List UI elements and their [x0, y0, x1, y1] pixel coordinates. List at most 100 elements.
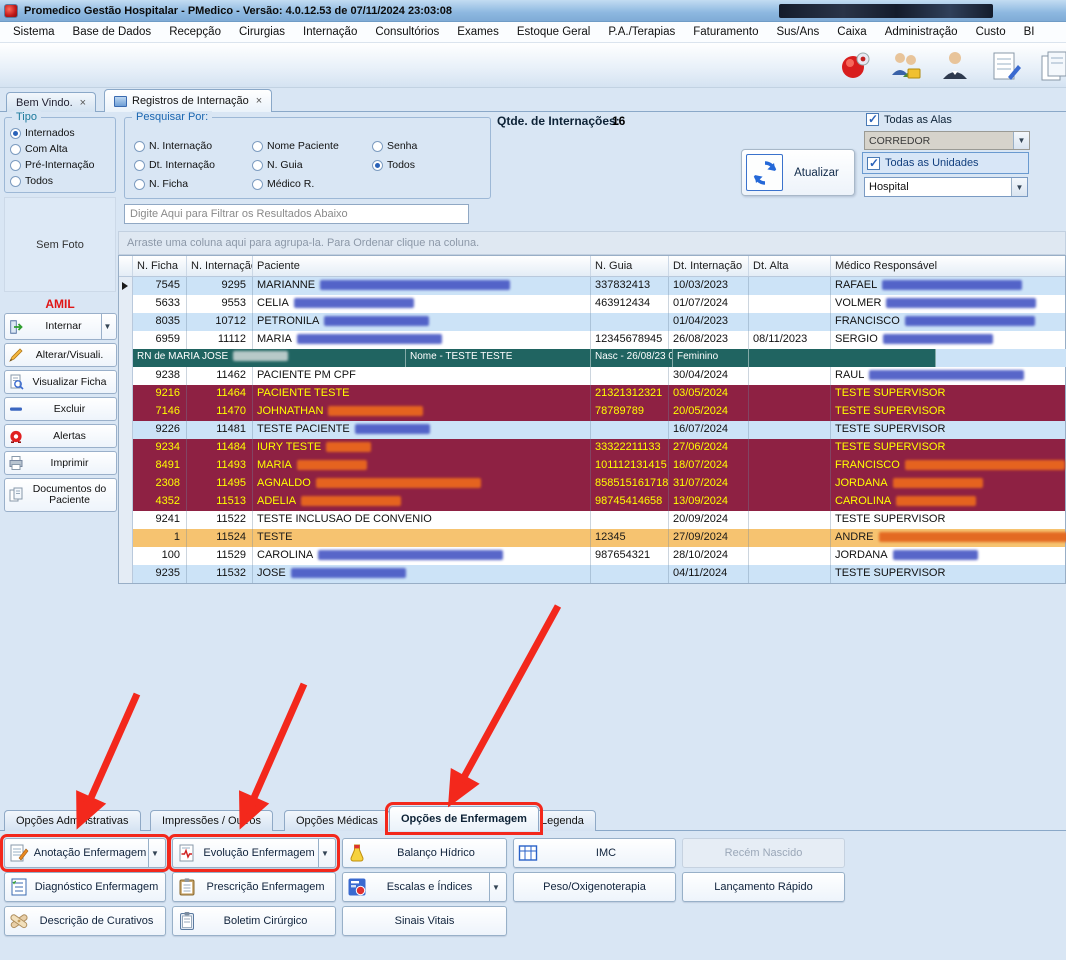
radio-pre-internacao[interactable]: Pré-Internação — [10, 157, 94, 173]
menu-item-recepcao[interactable]: Recepção — [160, 23, 230, 41]
tab-opcoes-adminstrativas[interactable]: Opções Adminstrativas — [4, 810, 141, 831]
user-icon[interactable] — [938, 49, 972, 83]
evolucao-enfermagem-button[interactable]: Evolução Enfermagem ▼ — [168, 834, 340, 872]
documentos-do-paciente-button[interactable]: Documentos do Paciente — [4, 478, 117, 512]
prescricao-enfermagem-button[interactable]: Prescrição Enfermagem — [172, 872, 336, 902]
radio-icon[interactable] — [252, 159, 263, 171]
internar-button[interactable]: Internar ▼ — [4, 313, 117, 340]
table-row[interactable]: 4352 11513 ADELIA 98745414658 13/09/2024 CARO… — [119, 493, 1065, 511]
table-row[interactable]: 9234 11484 IURY TESTE 33322211133 27/06/2024… — [119, 439, 1065, 457]
radio-senha[interactable]: Senha — [372, 138, 472, 154]
radio-todos[interactable]: Todos — [372, 157, 472, 173]
tab-registros-internacao[interactable]: Registros de Internação × — [104, 89, 273, 112]
table-row[interactable]: 8491 11493 MARIA 101112131415 18/07/2024 FRAN… — [119, 457, 1065, 475]
refresh-button[interactable]: Atualizar — [741, 149, 855, 196]
menu-item-internacao[interactable]: Internação — [294, 23, 366, 41]
column-header-dt-alta[interactable]: Dt. Alta — [749, 256, 831, 276]
imc-button[interactable]: IMC — [513, 838, 676, 868]
menu-item-caixa[interactable]: Caixa — [828, 23, 875, 41]
peso-oxigenoterapia-button[interactable]: Peso/Oxigenoterapia — [513, 872, 676, 902]
sinais-vitais-button[interactable]: Sinais Vitais — [342, 906, 507, 936]
radio-icon[interactable] — [10, 175, 21, 187]
table-row[interactable]: 9241 11522 TESTE INCLUSAO DE CONVENIO 20/09… — [119, 511, 1065, 529]
radio-n-internacao[interactable]: N. Internação — [134, 138, 252, 154]
column-header-dt-internacao[interactable]: Dt. Internação — [669, 256, 749, 276]
radio-nome-paciente[interactable]: Nome Paciente — [252, 138, 372, 154]
menu-item-cirurgias[interactable]: Cirurgias — [230, 23, 294, 41]
chevron-down-icon[interactable]: ▼ — [101, 314, 113, 339]
notes-icon[interactable] — [988, 49, 1022, 83]
column-header-n-ficha[interactable]: N. Ficha — [133, 256, 187, 276]
menu-item-estoque-geral[interactable]: Estoque Geral — [508, 23, 600, 41]
radio-n-guia[interactable]: N. Guia — [252, 157, 372, 173]
unidade-dropdown[interactable]: Hospital ▼ — [864, 177, 1028, 197]
excluir-button[interactable]: Excluir — [4, 397, 117, 421]
tab-close-icon[interactable]: × — [80, 97, 86, 109]
radio-icon[interactable] — [372, 140, 383, 152]
todas-unidades-checkbox[interactable]: Todas as Unidades — [862, 152, 1029, 174]
radio-icon[interactable] — [10, 143, 21, 155]
ala-dropdown[interactable]: CORREDOR ▼ — [864, 131, 1030, 150]
anotacao-enfermagem-button[interactable]: Anotação Enfermagem ▼ — [0, 834, 170, 872]
table-row[interactable]: 5633 9553 CELIA 463912434 01/07/2024 VOLMER — [119, 295, 1065, 313]
tab-legenda[interactable]: Legenda — [529, 810, 596, 831]
radio-internados[interactable]: Internados — [10, 125, 94, 141]
menu-item-p-a-terapias[interactable]: P.A./Terapias — [599, 23, 684, 41]
chevron-down-icon[interactable]: ▼ — [1013, 132, 1029, 149]
radio-icon[interactable] — [134, 178, 145, 190]
balanco-hidrico-button[interactable]: Balanço Hídrico — [342, 838, 507, 868]
tab-impressoes-outros[interactable]: Impressões / Outros — [150, 810, 274, 831]
checkbox-icon[interactable] — [866, 112, 879, 126]
table-row[interactable]: 7545 9295 MARIANNE 337832413 10/03/2023 RAFAE… — [119, 277, 1065, 295]
radio-icon[interactable] — [10, 159, 21, 171]
imprimir-button[interactable]: Imprimir — [4, 451, 117, 475]
column-header-n-internacao[interactable]: N. Internação — [187, 256, 253, 276]
filter-input[interactable] — [124, 204, 469, 224]
support-icon[interactable] — [838, 49, 872, 83]
menu-item-sistema[interactable]: Sistema — [4, 23, 64, 41]
radio-n-ficha[interactable]: N. Ficha — [134, 176, 252, 192]
menu-item-consultorios[interactable]: Consultórios — [366, 23, 448, 41]
chevron-down-icon[interactable]: ▼ — [489, 873, 502, 901]
radio-icon[interactable] — [372, 159, 383, 171]
menu-item-sus-ans[interactable]: Sus/Ans — [767, 23, 828, 41]
group-by-bar[interactable]: Arraste uma coluna aqui para agrupa-la. … — [118, 231, 1066, 255]
menu-item-administracao[interactable]: Administração — [876, 23, 967, 41]
radio-medico-r[interactable]: Médico R. — [252, 176, 372, 192]
boletim-cirurgico-button[interactable]: Boletim Cirúrgico — [172, 906, 336, 936]
table-row[interactable]: 7146 11470 JOHNATHAN 78789789 20/05/2024 TEST… — [119, 403, 1065, 421]
rn-detail-row[interactable]: RN de MARIA JOSE Nome - TESTE TESTE Nasc -… — [119, 349, 1066, 367]
column-header-n-guia[interactable]: N. Guia — [591, 256, 669, 276]
alterar-visuali-button[interactable]: Alterar/Visuali. — [4, 343, 117, 367]
chevron-down-icon[interactable]: ▼ — [148, 839, 161, 867]
table-row[interactable]: 9226 11481 TESTE PACIENTE 16/07/2024 TESTE S… — [119, 421, 1065, 439]
radio-icon[interactable] — [10, 127, 21, 139]
radio-icon[interactable] — [134, 140, 145, 152]
chevron-down-icon[interactable]: ▼ — [318, 839, 331, 867]
radio-icon[interactable] — [134, 159, 145, 171]
radio-dt-internacao[interactable]: Dt. Internação — [134, 157, 252, 173]
checkbox-icon[interactable] — [867, 156, 880, 170]
tab-close-icon[interactable]: × — [256, 95, 262, 107]
radio-icon[interactable] — [252, 140, 263, 152]
menu-item-custo[interactable]: Custo — [967, 23, 1015, 41]
table-row[interactable]: 100 11529 CAROLINA 987654321 28/10/2024 JORDA… — [119, 547, 1065, 565]
column-header-paciente[interactable]: Paciente — [253, 256, 591, 276]
escalas-e-indices-button[interactable]: Escalas e Índices ▼ — [342, 872, 507, 902]
descricao-de-curativos-button[interactable]: Descrição de Curativos — [4, 906, 166, 936]
chevron-down-icon[interactable]: ▼ — [1011, 178, 1027, 196]
menu-item-bi[interactable]: BI — [1015, 23, 1044, 41]
radio-icon[interactable] — [252, 178, 263, 190]
table-row[interactable]: 2308 11495 AGNALDO 858515161718 31/07/2024 JO… — [119, 475, 1065, 493]
visualizar-ficha-button[interactable]: Visualizar Ficha — [4, 370, 117, 394]
diagnostico-enfermagem-button[interactable]: Diagnóstico Enfermagem — [4, 872, 166, 902]
menu-item-base-de-dados[interactable]: Base de Dados — [64, 23, 161, 41]
table-row[interactable]: 6959 11112 MARIA 12345678945 26/08/2023 08/11… — [119, 331, 1065, 349]
table-row[interactable]: 9216 11464 PACIENTE TESTE 21321312321 03/05/… — [119, 385, 1065, 403]
column-header-medico-responsavel[interactable]: Médico Responsável — [831, 256, 1066, 276]
table-row[interactable]: 1 11524 TESTE 12345 27/09/2024 ANDRE — [119, 529, 1066, 547]
radio-todos[interactable]: Todos — [10, 173, 94, 189]
radio-com-alta[interactable]: Com Alta — [10, 141, 94, 157]
tab-bem-vindo[interactable]: Bem Vindo. × — [6, 92, 97, 112]
lancamento-rapido-button[interactable]: Lançamento Rápido — [682, 872, 845, 902]
